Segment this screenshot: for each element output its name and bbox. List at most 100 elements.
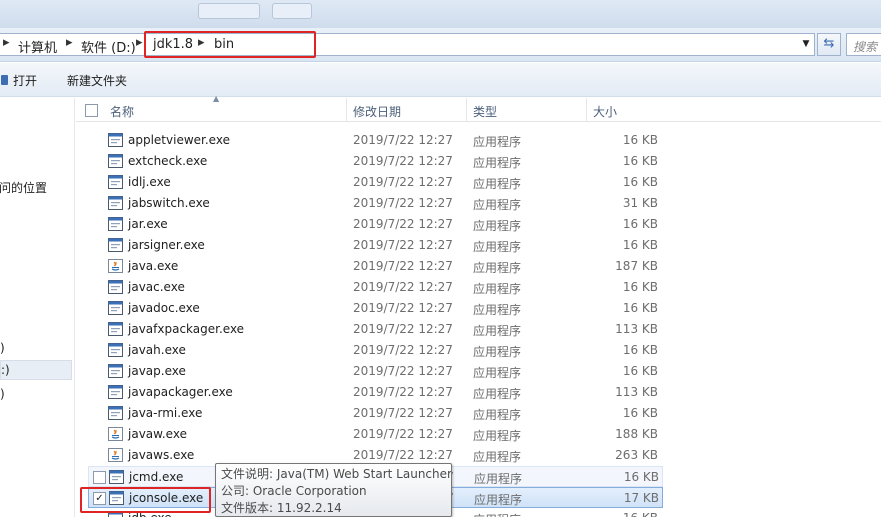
file-modified: 2019/7/22 12:27 [353,322,453,336]
file-row[interactable]: javadoc.exe 2019/7/22 12:27 应用程序 16 KB [76,298,881,319]
command-bar: 打开 新建文件夹 [0,63,881,97]
file-modified: 2019/7/22 12:27 [353,133,453,147]
exe-icon [108,406,123,420]
breadcrumb-drive[interactable]: 软件 (D:) [81,37,136,56]
exe-icon [109,470,124,484]
select-all-checkbox[interactable] [85,104,98,117]
address-bar[interactable]: ▸ 计算机 ▸ 软件 (D:) ▸ jdk1.8 ▸ bin ▼ [0,33,815,56]
row-checkbox[interactable] [93,471,106,484]
file-name[interactable]: jcmd.exe [129,470,183,484]
file-row[interactable]: jabswitch.exe 2019/7/22 12:27 应用程序 31 KB [76,193,881,214]
navigation-pane: 问的位置 ) :) ) [0,98,75,517]
file-list: ▲ 名称 修改日期 类型 大小 appletviewer.exe 2019/7/2… [76,94,881,517]
refresh-icon: ⇆ [823,36,835,51]
file-size: 16 KB [622,280,658,294]
file-row[interactable]: jar.exe 2019/7/22 12:27 应用程序 16 KB [76,214,881,235]
file-type: 应用程序 [473,156,522,170]
file-name[interactable]: javap.exe [128,364,186,378]
new-folder-button[interactable]: 新建文件夹 [67,72,127,89]
exe-icon [108,238,123,252]
nav-item-drive[interactable]: ) [0,387,5,401]
exe-icon [108,175,123,189]
file-row[interactable]: javah.exe 2019/7/22 12:27 应用程序 16 KB [76,340,881,361]
column-header-type[interactable]: 类型 [473,103,497,120]
file-size: 17 KB [623,491,659,505]
file-size: 16 KB [622,238,658,252]
file-size: 16 KB [576,511,658,517]
file-size: 16 KB [622,154,658,168]
column-header-modified[interactable]: 修改日期 [353,103,401,120]
file-size: 16 KB [622,406,658,420]
column-header-row: ▲ 名称 修改日期 类型 大小 [76,94,881,122]
file-modified: 2019/7/22 12:27 [353,259,453,273]
column-header-size[interactable]: 大小 [593,103,617,120]
exe-icon [108,217,123,231]
file-row[interactable]: javap.exe 2019/7/22 12:27 应用程序 16 KB [76,361,881,382]
file-row[interactable]: javapackager.exe 2019/7/22 12:27 应用程序 113 K… [76,382,881,403]
file-name[interactable]: javaws.exe [128,448,194,462]
open-button[interactable]: 打开 [13,72,37,89]
file-name[interactable]: java-rmi.exe [128,406,202,420]
file-name[interactable]: jarsigner.exe [128,238,205,252]
exe-icon [108,301,123,315]
file-row[interactable]: javaws.exe 2019/7/22 12:27 应用程序 263 KB [76,445,881,466]
breadcrumb-separator[interactable]: ▸ [3,35,10,50]
file-name[interactable]: javapackager.exe [128,385,233,399]
file-name[interactable]: javac.exe [128,280,185,294]
address-dropdown-icon[interactable]: ▼ [799,39,813,53]
file-row[interactable]: idlj.exe 2019/7/22 12:27 应用程序 16 KB [76,172,881,193]
file-name[interactable]: java.exe [128,259,178,273]
file-modified: 2019/7/22 12:27 [353,343,453,357]
file-modified: 2019/7/22 12:27 [353,448,453,462]
breadcrumb-separator[interactable]: ▸ [66,35,73,50]
file-name[interactable]: jar.exe [128,217,168,231]
breadcrumb-separator[interactable]: ▸ [136,35,143,50]
file-name[interactable]: idlj.exe [128,175,171,189]
file-name[interactable]: javafxpackager.exe [128,322,244,336]
file-type: 应用程序 [473,240,522,254]
file-row[interactable]: javac.exe 2019/7/22 12:27 应用程序 16 KB [76,277,881,298]
column-header-name[interactable]: 名称 [110,103,134,120]
breadcrumb-computer[interactable]: 计算机 [18,37,57,56]
file-row[interactable]: appletviewer.exe 2019/7/22 12:27 应用程序 16 KB [76,130,881,151]
search-input[interactable]: 搜索 [846,33,881,56]
exe-icon [108,343,123,357]
file-modified: 2019/7/22 12:27 [353,196,453,210]
file-name[interactable]: jabswitch.exe [128,196,210,210]
file-row[interactable]: java.exe 2019/7/22 12:27 应用程序 187 KB [76,256,881,277]
file-size: 263 KB [615,448,658,462]
nav-item-recent-places[interactable]: 问的位置 [0,179,47,196]
search-placeholder: 搜索 [853,40,878,54]
file-type: 应用程序 [473,261,522,275]
file-row[interactable]: javaw.exe 2019/7/22 12:27 应用程序 188 KB [76,424,881,445]
file-row[interactable]: jarsigner.exe 2019/7/22 12:27 应用程序 16 KB [76,235,881,256]
tooltip-version: 文件版本: 11.92.2.14 [221,501,342,515]
path-highlight-box [144,31,316,58]
exe-icon [108,154,123,168]
file-name[interactable]: extcheck.exe [128,154,207,168]
file-row[interactable]: extcheck.exe 2019/7/22 12:27 应用程序 16 KB [76,151,881,172]
file-row[interactable]: javafxpackager.exe 2019/7/22 12:27 应用程序 113… [76,319,881,340]
java-icon [108,259,123,273]
file-name[interactable]: javadoc.exe [128,301,200,315]
column-divider[interactable] [346,98,347,122]
column-divider[interactable] [466,98,467,122]
file-size: 16 KB [622,175,658,189]
file-name[interactable]: appletviewer.exe [128,133,230,147]
file-name[interactable]: javah.exe [128,343,186,357]
file-type: 应用程序 [473,219,522,233]
file-size: 16 KB [622,133,658,147]
column-divider[interactable] [586,98,587,122]
file-type: 应用程序 [474,472,523,486]
file-size: 16 KB [622,343,658,357]
hidden-toolbar-button [272,3,312,19]
refresh-button[interactable]: ⇆ [817,33,841,56]
file-size: 16 KB [622,301,658,315]
window-top-strip [0,0,881,28]
nav-item-selected[interactable]: :) [0,360,72,380]
file-row[interactable]: java-rmi.exe 2019/7/22 12:27 应用程序 16 KB [76,403,881,424]
file-type: 应用程序 [473,177,522,191]
file-modified: 2019/7/22 12:27 [353,238,453,252]
file-name[interactable]: javaw.exe [128,427,187,441]
nav-item-drive[interactable]: ) [0,341,5,355]
